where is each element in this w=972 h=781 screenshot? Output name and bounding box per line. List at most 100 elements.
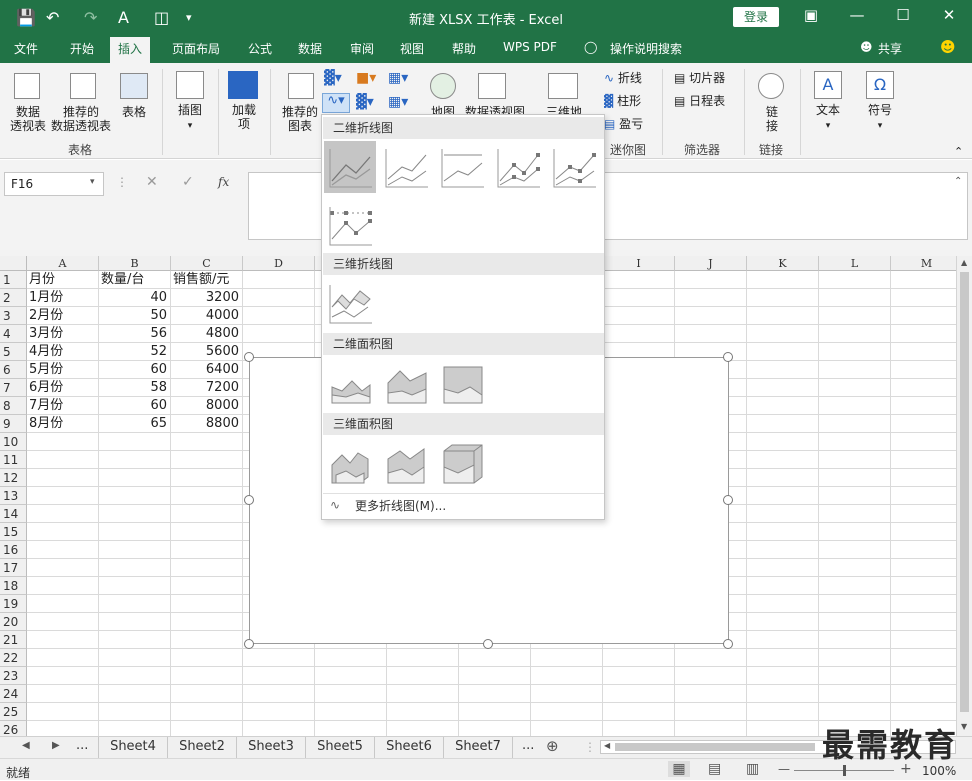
vertical-scrollbar[interactable]: ▲ ▼ <box>956 256 972 736</box>
tab-formulas[interactable]: 公式 <box>248 40 272 57</box>
tab-file[interactable]: 文件 <box>14 40 38 57</box>
close-icon[interactable]: ✕ <box>934 6 964 24</box>
tab-wps-pdf[interactable]: WPS PDF <box>503 40 557 54</box>
header-cell[interactable]: 月份 <box>29 271 98 289</box>
sheet-tab[interactable]: Sheet7 <box>444 737 513 758</box>
data-cell[interactable]: 7200 <box>173 379 242 397</box>
scroll-left-icon[interactable]: ◀ <box>604 741 610 750</box>
data-cell[interactable]: 6400 <box>173 361 242 379</box>
zoom-slider-thumb[interactable] <box>843 765 846 776</box>
stat-chart-icon[interactable]: ▓▾ <box>356 95 374 109</box>
line-chart-button[interactable]: ∿▾ <box>322 93 350 113</box>
tab-home[interactable]: 开始 <box>70 40 94 57</box>
table-button[interactable]: 表格 <box>116 105 152 119</box>
data-cell[interactable]: 2月份 <box>29 307 98 325</box>
data-cell[interactable]: 60 <box>101 361 170 379</box>
data-cell[interactable]: 8800 <box>173 415 242 433</box>
symbol-button[interactable]: 符号 <box>862 103 898 117</box>
sheet-tab[interactable]: Sheet5 <box>306 737 375 758</box>
column-chart-icon[interactable]: ▓▾ <box>324 71 342 85</box>
more-line-charts-item[interactable]: 更多折线图(M)... <box>323 495 604 517</box>
add-sheet-button[interactable]: ⊕ <box>546 737 559 755</box>
text-button[interactable]: 文本 <box>810 103 846 117</box>
3d-area-option[interactable] <box>324 437 376 489</box>
resize-handle[interactable] <box>723 495 733 505</box>
cancel-icon[interactable]: ✕ <box>146 174 158 190</box>
data-cell[interactable]: 3月份 <box>29 325 98 343</box>
100-stacked-line-markers-option[interactable] <box>324 199 376 251</box>
enter-icon[interactable]: ✓ <box>182 174 194 190</box>
data-cell[interactable]: 5月份 <box>29 361 98 379</box>
recommended-pivot-button[interactable]: 推荐的 数据透视表 <box>48 105 114 133</box>
page-break-view-icon[interactable]: ▥ <box>746 761 759 777</box>
data-cell[interactable]: 52 <box>101 343 170 361</box>
sheet-tab[interactable]: Sheet3 <box>237 737 306 758</box>
data-cell[interactable]: 4月份 <box>29 343 98 361</box>
timeline-button[interactable]: ▤ 日程表 <box>674 94 725 108</box>
tab-data[interactable]: 数据 <box>298 40 322 57</box>
stacked-area-option[interactable] <box>380 357 432 409</box>
illustrations-button[interactable]: 插图 <box>170 103 210 117</box>
resize-handle[interactable] <box>244 352 254 362</box>
bar-chart-icon[interactable]: ■▾ <box>356 71 376 85</box>
sparkline-line-button[interactable]: ∿ 折线 <box>604 71 642 85</box>
resize-handle[interactable] <box>723 352 733 362</box>
link-button[interactable]: 链 接 <box>760 105 784 133</box>
sparkline-winloss-button[interactable]: ▤ 盈亏 <box>604 117 643 131</box>
header-cell[interactable]: 销售额/元 <box>173 271 242 289</box>
stacked-line-markers-option[interactable] <box>548 141 600 193</box>
tab-review[interactable]: 审阅 <box>350 40 374 57</box>
data-cell[interactable]: 8月份 <box>29 415 98 433</box>
sheet-tab[interactable]: Sheet6 <box>375 737 444 758</box>
maximize-icon[interactable]: ☐ <box>888 6 918 24</box>
area-option[interactable] <box>324 357 376 409</box>
data-cell[interactable]: 5600 <box>173 343 242 361</box>
horizontal-scroll-thumb[interactable] <box>615 743 815 751</box>
3d-stacked-area-option[interactable] <box>380 437 432 489</box>
stacked-line-option[interactable] <box>380 141 432 193</box>
tab-page-layout[interactable]: 页面布局 <box>172 40 220 57</box>
data-cell[interactable]: 40 <box>101 289 170 307</box>
chevron-down-icon[interactable]: ▾ <box>90 177 95 187</box>
scroll-sheet-left-icon[interactable]: ◀ <box>22 740 30 751</box>
insert-function-icon[interactable]: fx <box>218 175 229 189</box>
scroll-down-icon[interactable]: ▼ <box>961 722 967 731</box>
hierarchy-chart-icon[interactable]: ▦▾ <box>388 71 408 85</box>
resize-handle[interactable] <box>483 639 493 649</box>
sheets-ellipsis-left[interactable]: ... <box>76 738 88 753</box>
data-cell[interactable]: 6月份 <box>29 379 98 397</box>
collapse-ribbon-icon[interactable]: ⌃ <box>954 145 963 159</box>
tab-view[interactable]: 视图 <box>400 40 424 57</box>
resize-handle[interactable] <box>244 639 254 649</box>
pivot-table-button[interactable]: 数据 透视表 <box>6 105 50 133</box>
normal-view-icon[interactable]: ▦ <box>668 761 690 777</box>
tell-me-search[interactable]: 操作说明搜索 <box>610 40 682 57</box>
100-stacked-line-option[interactable] <box>436 141 488 193</box>
line-with-markers-option[interactable] <box>492 141 544 193</box>
data-cell[interactable]: 3200 <box>173 289 242 307</box>
sheet-tab[interactable]: Sheet2 <box>168 737 237 758</box>
zoom-level[interactable]: 100% <box>922 764 956 778</box>
tab-insert[interactable]: 插入 <box>110 37 151 63</box>
ribbon-display-icon[interactable]: ▣ <box>796 6 826 24</box>
sheet-tab[interactable]: Sheet4 <box>99 737 168 758</box>
data-cell[interactable]: 1月份 <box>29 289 98 307</box>
scroll-sheet-right-icon[interactable]: ▶ <box>52 740 60 751</box>
data-cell[interactable]: 58 <box>101 379 170 397</box>
scroll-thumb[interactable] <box>960 272 969 712</box>
expand-formula-icon[interactable]: ⌃ <box>954 176 962 187</box>
3d-100-stacked-area-option[interactable] <box>436 437 488 489</box>
3d-line-option[interactable] <box>324 277 376 329</box>
tab-help[interactable]: 帮助 <box>452 40 476 57</box>
line-chart-option[interactable] <box>324 141 376 193</box>
data-cell[interactable]: 4800 <box>173 325 242 343</box>
resize-handle[interactable] <box>723 639 733 649</box>
header-cell[interactable]: 数量/台 <box>101 271 170 289</box>
minimize-icon[interactable]: — <box>842 6 872 24</box>
data-cell[interactable]: 8000 <box>173 397 242 415</box>
share-button[interactable]: 共享 <box>878 40 902 57</box>
name-box[interactable]: F16 <box>4 172 104 196</box>
data-cell[interactable]: 7月份 <box>29 397 98 415</box>
recommended-charts-button[interactable]: 推荐的 图表 <box>278 105 322 133</box>
data-cell[interactable]: 50 <box>101 307 170 325</box>
